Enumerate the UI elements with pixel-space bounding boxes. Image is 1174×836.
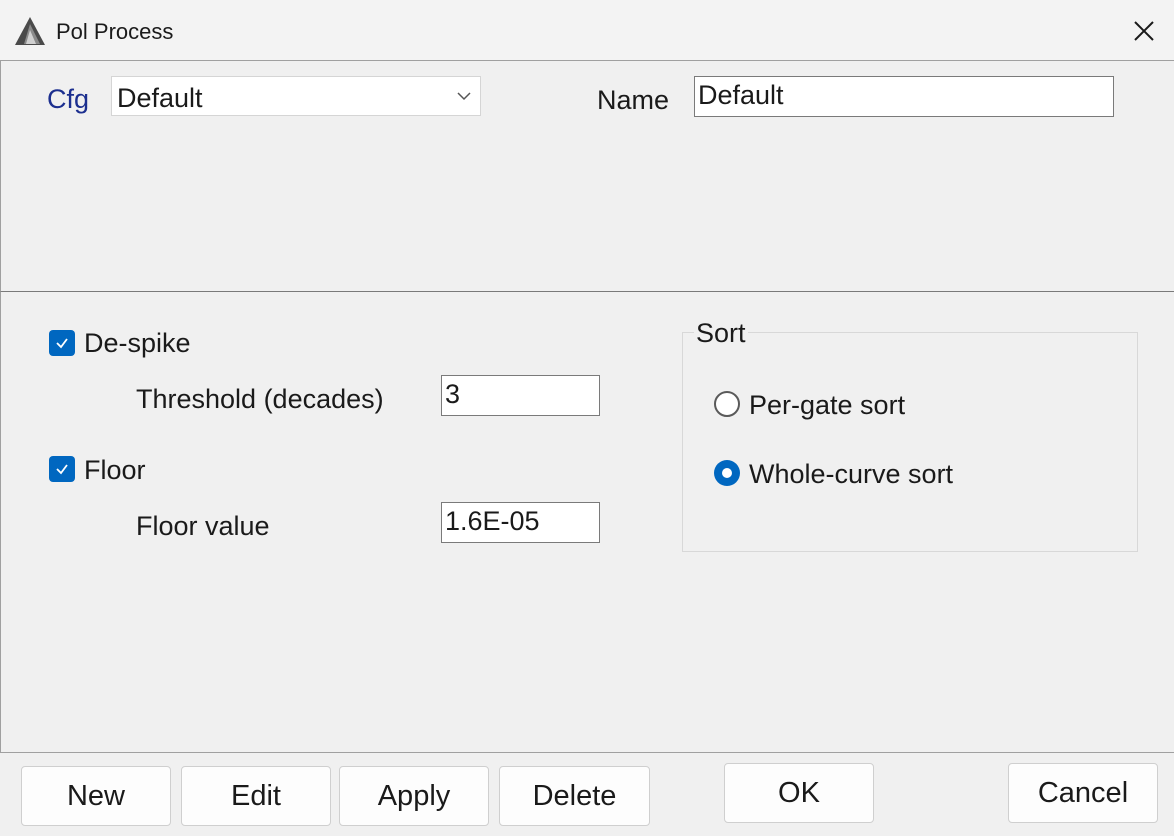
cfg-label: Cfg xyxy=(47,84,90,114)
pol-process-dialog: Pol Process Cfg Default Name Default De-… xyxy=(0,0,1174,836)
chevron-down-icon xyxy=(457,92,471,101)
edit-button[interactable]: Edit xyxy=(181,766,331,826)
close-icon xyxy=(1134,21,1154,41)
left-border xyxy=(0,292,1,752)
config-panel: Cfg Default Name Default xyxy=(0,60,1174,292)
name-label: Name xyxy=(597,85,670,115)
cancel-button[interactable]: Cancel xyxy=(1008,763,1158,823)
sort-groupbox xyxy=(682,332,1138,552)
delete-button[interactable]: Delete xyxy=(499,766,650,826)
close-button[interactable] xyxy=(1118,8,1170,54)
threshold-input[interactable]: 3 xyxy=(441,375,600,416)
app-logo-icon xyxy=(15,17,45,45)
checkmark-icon xyxy=(56,464,68,475)
floor-checkbox[interactable] xyxy=(49,456,75,482)
despike-checkbox[interactable] xyxy=(49,330,75,356)
floor-label: Floor xyxy=(84,455,146,485)
per-gate-sort-label: Per-gate sort xyxy=(749,390,906,420)
sort-group-title: Sort xyxy=(694,318,748,349)
threshold-label: Threshold (decades) xyxy=(136,384,384,414)
footer-divider xyxy=(0,752,1174,753)
ok-button[interactable]: OK xyxy=(724,763,874,823)
per-gate-sort-radio[interactable] xyxy=(714,391,740,417)
floor-value-input[interactable]: 1.6E-05 xyxy=(441,502,600,543)
whole-curve-sort-label: Whole-curve sort xyxy=(749,459,954,489)
floor-value-label: Floor value xyxy=(136,511,270,541)
new-button[interactable]: New xyxy=(21,766,171,826)
name-input[interactable]: Default xyxy=(694,76,1114,117)
checkmark-icon xyxy=(56,338,68,349)
cfg-dropdown[interactable]: Default xyxy=(111,76,481,116)
cfg-dropdown-value: Default xyxy=(117,83,203,113)
despike-label: De-spike xyxy=(84,328,191,358)
title-bar[interactable]: Pol Process xyxy=(0,0,1174,60)
apply-button[interactable]: Apply xyxy=(339,766,489,826)
whole-curve-sort-radio[interactable] xyxy=(714,460,740,486)
window-title: Pol Process xyxy=(56,19,174,44)
